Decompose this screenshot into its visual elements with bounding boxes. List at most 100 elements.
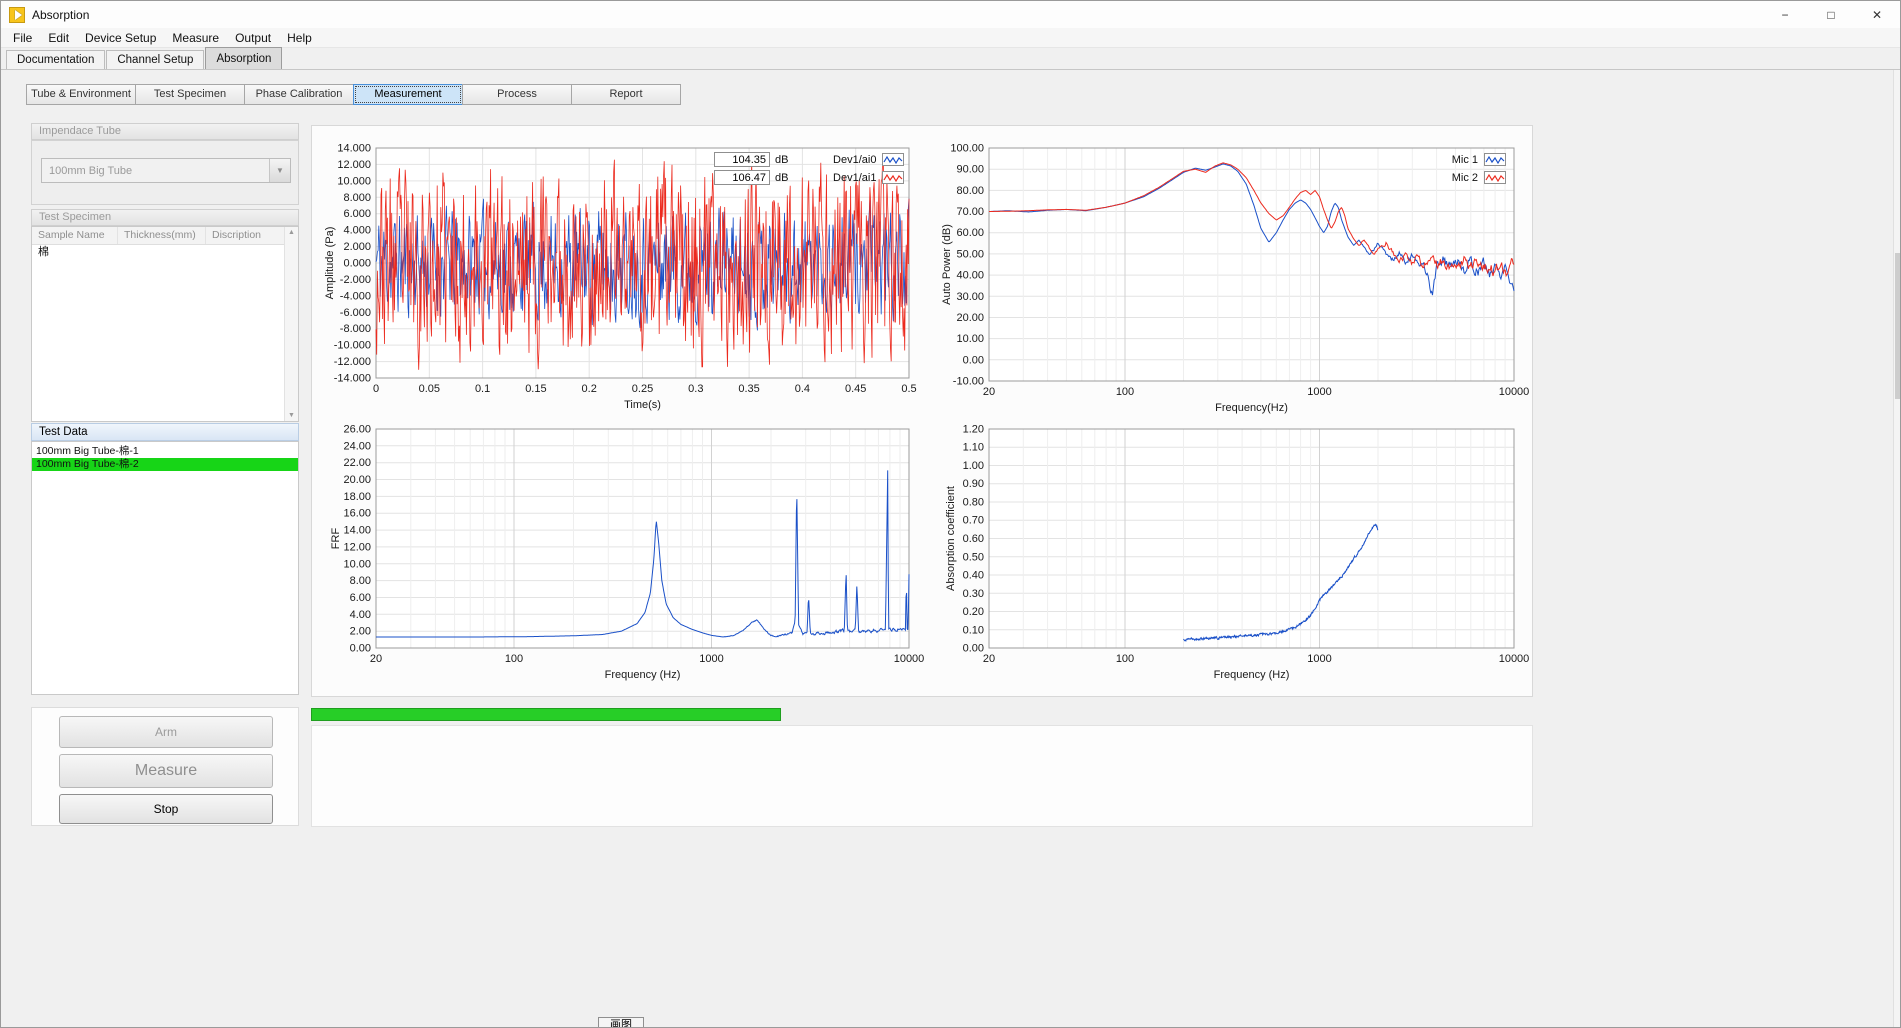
table-scrollbar[interactable]: ▲ ▼ [284, 227, 298, 421]
tab-absorption[interactable]: Absorption [205, 47, 282, 69]
svg-text:100: 100 [505, 653, 523, 665]
svg-text:-4.000: -4.000 [340, 290, 371, 302]
ai0-readout-row: 104.35 dB Dev1/ai0 [714, 151, 904, 168]
svg-text:-6.000: -6.000 [340, 307, 371, 319]
svg-text:-8.000: -8.000 [340, 323, 371, 335]
svg-text:-10.00: -10.00 [953, 376, 984, 388]
svg-text:100.00: 100.00 [950, 143, 984, 155]
scroll-up-icon[interactable]: ▲ [285, 229, 298, 236]
ai1-unit-label: dB [775, 172, 788, 184]
column-sample-name[interactable]: Sample Name [32, 227, 118, 244]
control-button-panel: Arm Measure Stop [31, 707, 299, 826]
subtab-measurement[interactable]: Measurement [353, 84, 463, 105]
absorption-coefficient-chart: 0.000.100.200.300.400.500.600.700.800.90… [941, 419, 1541, 681]
svg-text:0.30: 0.30 [963, 588, 984, 600]
svg-text:1.10: 1.10 [963, 442, 984, 454]
svg-text:0.35: 0.35 [738, 383, 759, 395]
column-thickness[interactable]: Thickness(mm) [118, 227, 206, 244]
ai0-level-readout: 104.35 [714, 152, 770, 167]
menu-output[interactable]: Output [227, 29, 279, 47]
subtab-phase-calibration[interactable]: Phase Calibration [244, 84, 354, 105]
test-data-list: 100mm Big Tube-棉-1 100mm Big Tube-棉-2 [31, 441, 299, 695]
svg-text:8.000: 8.000 [343, 192, 371, 204]
test-specimen-header: Test Specimen [31, 209, 299, 226]
window-title: Absorption [32, 8, 89, 22]
svg-text:10.000: 10.000 [337, 175, 371, 187]
svg-text:40.00: 40.00 [956, 270, 984, 282]
svg-text:1000: 1000 [1307, 386, 1331, 398]
svg-text:1000: 1000 [699, 653, 723, 665]
svg-text:6.000: 6.000 [343, 208, 371, 220]
menu-bar: File Edit Device Setup Measure Output He… [1, 28, 1900, 48]
svg-text:-10.000: -10.000 [334, 340, 371, 352]
svg-text:0.50: 0.50 [963, 551, 984, 563]
menu-edit[interactable]: Edit [40, 29, 77, 47]
svg-text:1.00: 1.00 [963, 460, 984, 472]
subtab-tube-environment[interactable]: Tube & Environment [26, 84, 136, 105]
legend-dev1-ai1-glyph[interactable] [882, 171, 904, 184]
svg-text:10000: 10000 [894, 653, 925, 665]
maximize-button[interactable]: □ [1808, 1, 1854, 28]
legend-dev1-ai0-glyph[interactable] [882, 153, 904, 166]
svg-text:22.00: 22.00 [343, 457, 371, 469]
dropdown-arrow-icon[interactable]: ▼ [269, 159, 290, 182]
svg-text:16.00: 16.00 [343, 508, 371, 520]
svg-text:100: 100 [1116, 386, 1134, 398]
window-controls: − □ ✕ [1762, 1, 1900, 28]
menu-file[interactable]: File [5, 29, 40, 47]
svg-text:0.00: 0.00 [963, 643, 984, 655]
legend-mic2-glyph[interactable] [1484, 171, 1506, 184]
menu-measure[interactable]: Measure [164, 29, 227, 47]
scrollbar-thumb[interactable] [1895, 253, 1901, 399]
arm-button[interactable]: Arm [59, 716, 273, 748]
svg-text:1.20: 1.20 [963, 424, 984, 436]
svg-text:2.00: 2.00 [350, 626, 371, 638]
frf-chart: 0.002.004.006.008.0010.0012.0014.0016.00… [319, 419, 931, 681]
svg-text:0.05: 0.05 [419, 383, 440, 395]
cell-sample-name: 棉 [32, 245, 118, 259]
test-data-item-2[interactable]: 100mm Big Tube-棉-2 [32, 458, 298, 471]
scroll-down-icon[interactable]: ▼ [285, 412, 298, 419]
svg-text:10000: 10000 [1499, 386, 1530, 398]
cell-discription [206, 245, 270, 259]
svg-text:0.00: 0.00 [350, 643, 371, 655]
svg-text:20: 20 [983, 653, 995, 665]
svg-text:60.00: 60.00 [956, 227, 984, 239]
vertical-scrollbar[interactable] [1893, 70, 1901, 1028]
legend-mic1-label: Mic 1 [1438, 154, 1478, 166]
svg-text:0.60: 0.60 [963, 533, 984, 545]
minimize-button[interactable]: − [1762, 1, 1808, 28]
test-data-item-1[interactable]: 100mm Big Tube-棉-1 [32, 445, 298, 458]
progress-fill [312, 709, 780, 720]
table-row[interactable]: 棉 [32, 245, 298, 259]
bottom-tab-draw[interactable]: 画图 [598, 1017, 644, 1028]
svg-text:14.00: 14.00 [343, 525, 371, 537]
svg-text:0.80: 0.80 [963, 497, 984, 509]
main-tab-strip: Documentation Channel Setup Absorption [1, 48, 1900, 70]
svg-text:14.000: 14.000 [337, 143, 371, 155]
svg-text:12.00: 12.00 [343, 541, 371, 553]
measure-button[interactable]: Measure [59, 754, 273, 788]
svg-text:4.000: 4.000 [343, 225, 371, 237]
svg-text:2.000: 2.000 [343, 241, 371, 253]
svg-text:Absorption coefficient: Absorption coefficient [945, 486, 957, 591]
progress-bar [311, 708, 781, 721]
subtab-process[interactable]: Process [462, 84, 572, 105]
svg-text:Frequency(Hz): Frequency(Hz) [1215, 402, 1288, 414]
svg-text:FRF: FRF [330, 528, 342, 550]
subtab-test-specimen[interactable]: Test Specimen [135, 84, 245, 105]
legend-mic1-glyph[interactable] [1484, 153, 1506, 166]
subtab-report[interactable]: Report [571, 84, 681, 105]
legend-dev1-ai1-label: Dev1/ai1 [814, 172, 876, 184]
stop-button[interactable]: Stop [59, 794, 273, 824]
impedance-tube-dropdown[interactable]: 100mm Big Tube ▼ [41, 158, 291, 183]
close-button[interactable]: ✕ [1854, 1, 1900, 28]
svg-text:0.25: 0.25 [632, 383, 653, 395]
application-window: Absorption − □ ✕ File Edit Device Setup … [0, 0, 1901, 1028]
menu-help[interactable]: Help [279, 29, 320, 47]
svg-text:0: 0 [373, 383, 379, 395]
menu-device-setup[interactable]: Device Setup [77, 29, 164, 47]
tab-channel-setup[interactable]: Channel Setup [106, 50, 204, 69]
column-discription[interactable]: Discription [206, 227, 270, 244]
tab-documentation[interactable]: Documentation [6, 50, 105, 69]
